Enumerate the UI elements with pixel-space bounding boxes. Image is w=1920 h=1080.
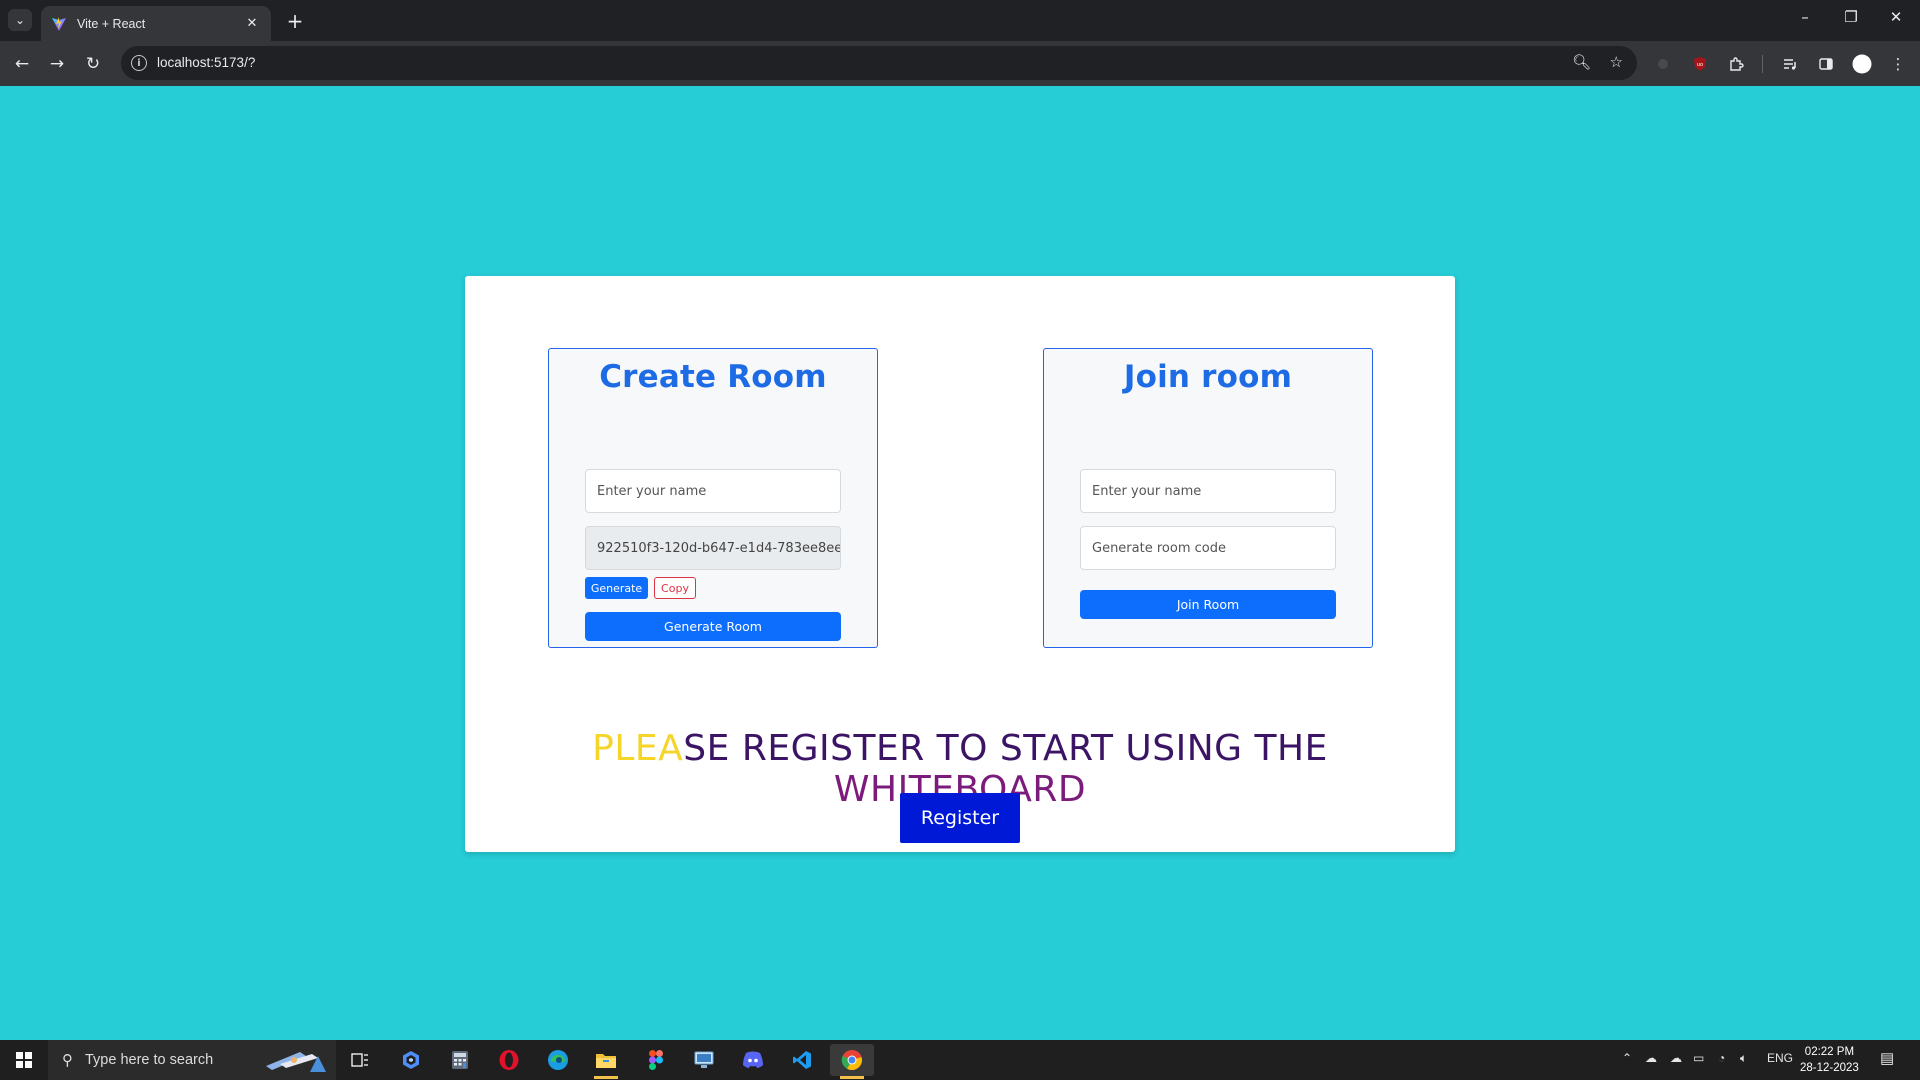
create-room-title: Create Room: [599, 359, 827, 395]
search-icon: ⚲: [62, 1051, 73, 1069]
show-hidden-icons-icon[interactable]: ⌃: [1622, 1051, 1632, 1065]
generate-code-button[interactable]: Generate: [585, 577, 648, 599]
clock-time: 02:22 PM: [1804, 1046, 1855, 1058]
active-indicator: [840, 1076, 864, 1079]
browser-toolbar: ← → ↻ i localhost:5173/? 🔍︎ ☆ uo ⋮: [0, 41, 1920, 86]
start-button[interactable]: [0, 1040, 48, 1080]
join-room-title: Join room: [1123, 359, 1293, 395]
file-explorer-icon[interactable]: [586, 1044, 626, 1079]
figma-icon[interactable]: [636, 1044, 676, 1076]
running-indicator: [594, 1076, 618, 1079]
create-name-input[interactable]: Enter your name: [585, 469, 841, 513]
zoom-icon[interactable]: 🔍︎: [1572, 53, 1591, 71]
restore-icon[interactable]: ❐: [1836, 8, 1866, 26]
back-icon[interactable]: ←: [9, 51, 35, 77]
reload-icon[interactable]: ↻: [80, 51, 106, 77]
generate-room-button[interactable]: Generate Room: [585, 612, 841, 641]
main-card: Create Room Enter your name 922510f3-120…: [465, 276, 1455, 852]
address-bar[interactable]: i localhost:5173/? 🔍︎ ☆: [121, 46, 1637, 80]
vscode-icon[interactable]: [782, 1044, 822, 1076]
bookmark-star-icon[interactable]: ☆: [1610, 53, 1623, 71]
url-text[interactable]: localhost:5173/?: [157, 55, 255, 70]
room-code-input[interactable]: Generate room code: [1080, 526, 1336, 570]
search-highlight-icon: [266, 1052, 326, 1072]
media-control-icon[interactable]: [1778, 52, 1802, 76]
taskbar-search-placeholder: Type here to search: [85, 1052, 214, 1068]
toolbar-divider: [1762, 55, 1763, 73]
discord-icon[interactable]: [733, 1044, 773, 1076]
wifi-icon[interactable]: ◔: [1718, 1051, 1725, 1065]
extension-dim-icon[interactable]: [1651, 52, 1675, 76]
minimize-icon[interactable]: –: [1790, 8, 1820, 26]
create-room-panel: Create Room Enter your name 922510f3-120…: [548, 348, 878, 648]
tab-title: Vite + React: [77, 16, 146, 31]
tab-search-button[interactable]: ⌄: [8, 9, 32, 31]
register-prompt-part1: PLEA: [592, 728, 684, 769]
notifications-icon[interactable]: ▤: [1880, 1049, 1894, 1067]
network-app-icon[interactable]: [684, 1044, 724, 1076]
new-tab-icon[interactable]: +: [283, 9, 307, 33]
close-tab-icon[interactable]: ✕: [243, 16, 261, 31]
edge-icon[interactable]: [538, 1044, 578, 1076]
svg-text:uo: uo: [1697, 62, 1703, 68]
language-indicator[interactable]: ENG: [1767, 1051, 1793, 1065]
close-window-icon[interactable]: ✕: [1881, 8, 1911, 26]
profile-avatar[interactable]: [1850, 52, 1874, 76]
site-info-icon[interactable]: i: [131, 55, 147, 71]
opera-icon[interactable]: [489, 1044, 529, 1076]
copy-code-button[interactable]: Copy: [654, 577, 696, 599]
system-clock[interactable]: 02:22 PM 28-12-2023: [1800, 1044, 1859, 1076]
forward-icon[interactable]: →: [44, 51, 70, 77]
more-menu-icon[interactable]: ⋮: [1886, 52, 1910, 76]
extensions-puzzle-icon[interactable]: [1724, 52, 1748, 76]
side-panel-icon[interactable]: [1814, 52, 1838, 76]
onedrive-icon[interactable]: ☁: [1645, 1051, 1657, 1065]
weather-icon[interactable]: ☁: [1670, 1051, 1682, 1065]
battery-icon[interactable]: ▭: [1693, 1051, 1704, 1065]
calculator-icon[interactable]: [440, 1044, 480, 1076]
browser-tab-bar: ⌄ Vite + React ✕ + – ❐ ✕: [0, 0, 1920, 41]
chrome-icon[interactable]: [830, 1044, 874, 1079]
room-code-field[interactable]: 922510f3-120d-b647-e1d4-783ee8ee: [585, 526, 841, 570]
volume-icon[interactable]: 🔈︎: [1740, 1051, 1747, 1066]
ublock-icon[interactable]: uo: [1688, 52, 1712, 76]
register-prompt-part2: SE REGISTER TO START USING THE: [683, 728, 1328, 769]
join-name-input[interactable]: Enter your name: [1080, 469, 1336, 513]
copilot-icon[interactable]: [391, 1044, 431, 1076]
clock-date: 28-12-2023: [1800, 1062, 1859, 1074]
browser-tab[interactable]: Vite + React ✕: [41, 6, 271, 41]
windows-logo-icon: [16, 1052, 32, 1068]
windows-taskbar: ⚲ Type here to search ⌃ ☁ ☁ ▭ ◔ 🔈︎ ENG 0…: [0, 1040, 1920, 1080]
taskbar-search-box[interactable]: ⚲ Type here to search: [48, 1040, 336, 1080]
join-room-button[interactable]: Join Room: [1080, 590, 1336, 619]
vite-logo-icon: [52, 16, 66, 31]
task-view-icon[interactable]: [340, 1044, 380, 1076]
join-room-panel: Join room Enter your name Generate room …: [1043, 348, 1373, 648]
register-button[interactable]: Register: [900, 793, 1020, 843]
